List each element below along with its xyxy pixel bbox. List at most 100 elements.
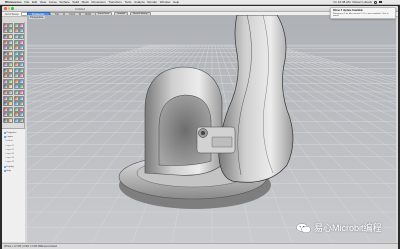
tool-button[interactable] [13, 78, 19, 84]
tool-button[interactable] [3, 73, 9, 79]
tool-button[interactable] [13, 117, 19, 123]
tool-button[interactable] [8, 84, 14, 90]
menu-curve[interactable]: Curve [49, 0, 57, 4]
tool-button[interactable] [3, 61, 9, 67]
menu-dimension[interactable]: Dimension [92, 0, 106, 4]
tool-button[interactable] [19, 67, 25, 73]
tool-button[interactable] [8, 50, 14, 56]
tool-button[interactable] [3, 28, 9, 34]
menu-transform[interactable]: Transform [108, 0, 122, 4]
tool-button[interactable] [13, 101, 19, 107]
tool-button[interactable] [19, 78, 25, 84]
viewport-canvas[interactable] [27, 15, 396, 243]
tool-button[interactable] [3, 39, 9, 45]
tool-button[interactable] [8, 106, 14, 112]
tool-button[interactable] [19, 56, 25, 62]
tool-button[interactable] [8, 67, 14, 73]
menu-solid[interactable]: Solid [72, 0, 79, 4]
tool-button[interactable] [19, 28, 25, 34]
menu-file[interactable]: File [25, 0, 30, 4]
perspective-viewport[interactable]: Perspective [27, 15, 396, 243]
tool-button[interactable] [8, 112, 14, 118]
tool-button[interactable] [3, 22, 9, 28]
notification-center-icon[interactable] [379, 0, 382, 4]
menu-surface[interactable]: Surface [59, 0, 69, 4]
tool-button[interactable] [19, 84, 25, 90]
tool-button[interactable] [3, 84, 9, 90]
menu-render[interactable]: Render [147, 0, 157, 4]
tool-button[interactable] [8, 73, 14, 79]
tool-button[interactable] [3, 78, 9, 84]
tool-button[interactable] [3, 33, 9, 39]
tool-button[interactable] [3, 112, 9, 118]
tool-button[interactable] [19, 95, 25, 101]
tool-button[interactable] [8, 61, 14, 67]
tool-button[interactable] [13, 61, 19, 67]
tool-button[interactable] [8, 89, 14, 95]
tool-button[interactable] [13, 22, 19, 28]
tool-button[interactable] [19, 33, 25, 39]
menu-help[interactable]: Help [173, 0, 179, 4]
tool-button[interactable] [19, 112, 25, 118]
maximize-window-icon[interactable] [11, 7, 14, 10]
tool-button[interactable] [13, 45, 19, 51]
tool-button[interactable] [8, 45, 14, 51]
tool-button[interactable] [8, 28, 14, 34]
tool-button[interactable] [13, 39, 19, 45]
watermark-text: 易心Microbit编程 [314, 223, 382, 233]
menu-tools[interactable]: Tools [124, 0, 131, 4]
menu-analyze[interactable]: Analyze [134, 0, 145, 4]
tool-button[interactable] [13, 95, 19, 101]
minimize-window-icon[interactable] [7, 7, 11, 10]
tool-button[interactable] [8, 117, 14, 123]
app-menu[interactable]: Rhinoceros [5, 0, 22, 4]
tool-button[interactable] [8, 33, 14, 39]
clock[interactable]: Fri 10:38 AM [333, 0, 350, 4]
tool-button[interactable] [13, 67, 19, 73]
spotlight-search-icon[interactable] [374, 0, 377, 4]
tool-button[interactable] [13, 89, 19, 95]
tool-button[interactable] [3, 95, 9, 101]
tool-button[interactable] [13, 50, 19, 56]
tool-button[interactable] [13, 33, 19, 39]
tool-button[interactable] [19, 117, 25, 123]
tool-button[interactable] [13, 56, 19, 62]
tool-button[interactable] [19, 89, 25, 95]
tool-button[interactable] [19, 61, 25, 67]
tool-button[interactable] [13, 106, 19, 112]
tool-button[interactable] [19, 39, 25, 45]
tool-button[interactable] [3, 67, 9, 73]
tool-button[interactable] [3, 101, 9, 107]
panel-row[interactable]: Help [3, 169, 24, 173]
tool-button[interactable] [8, 95, 14, 101]
tool-button[interactable] [3, 50, 9, 56]
tool-button[interactable] [19, 106, 25, 112]
tool-button[interactable] [13, 112, 19, 118]
tool-button[interactable] [3, 89, 9, 95]
tool-button[interactable] [13, 28, 19, 34]
tool-button[interactable] [8, 39, 14, 45]
tool-button[interactable] [8, 78, 14, 84]
tool-button[interactable] [8, 56, 14, 62]
menu-window[interactable]: Window [160, 0, 171, 4]
menu-view[interactable]: View [40, 0, 46, 4]
tool-button[interactable] [19, 22, 25, 28]
menu-mesh[interactable]: Mesh [82, 0, 89, 4]
tool-button[interactable] [3, 106, 9, 112]
tool-button[interactable] [19, 50, 25, 56]
tool-button[interactable] [13, 84, 19, 90]
tool-button[interactable] [8, 22, 14, 28]
tool-button[interactable] [19, 45, 25, 51]
tool-button[interactable] [3, 117, 9, 123]
update-notification[interactable]: Rhino 5 Update Available Rhinoceros 5 fo… [330, 7, 396, 19]
tool-button[interactable] [19, 101, 25, 107]
tool-button[interactable] [3, 56, 9, 62]
tool-button[interactable] [19, 73, 25, 79]
tool-button[interactable] [13, 73, 19, 79]
tool-button[interactable] [3, 45, 9, 51]
tool-button[interactable] [8, 101, 14, 107]
menu-edit[interactable]: Edit [32, 0, 37, 4]
user-name[interactable]: Robert Lubeck [352, 0, 372, 4]
status-bar: CPlane x 12.345 y 8.901 z 0.000 Millimet… [2, 243, 398, 249]
close-window-icon[interactable] [4, 7, 7, 10]
